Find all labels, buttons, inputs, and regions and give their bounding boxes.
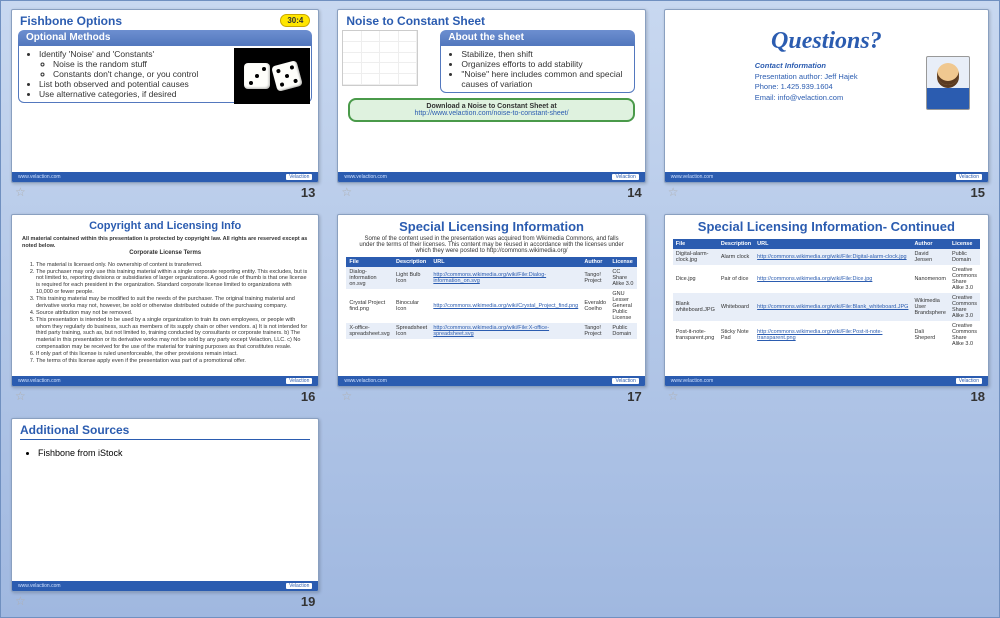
slide-number: 14: [627, 185, 641, 200]
list-item: Identify 'Noise' and 'Constants': [39, 49, 227, 59]
slide-title: Noise to Constant Sheet: [338, 10, 644, 30]
license-lead: All material contained within this prese…: [22, 236, 308, 250]
slide-footer: www.velaction.com Velaction: [338, 172, 644, 182]
slide-cell-18: Special Licensing Information- Continued…: [664, 214, 989, 405]
star-icon[interactable]: ☆: [15, 594, 26, 609]
slide-footer: www.velaction.com Velaction: [665, 376, 988, 386]
slide-thumbnail-16[interactable]: Copyright and Licensing Info All materia…: [11, 214, 319, 388]
slide-footer: www.velaction.com Velaction: [338, 376, 644, 386]
list-item: Organizes efforts to add stability: [461, 59, 627, 69]
download-text: Download a Noise to Constant Sheet at: [354, 103, 628, 110]
table-row: Dice.jpgPair of dicehttp://commons.wikim…: [673, 265, 980, 293]
slide-cell-19: Additional Sources Fishbone from iStock …: [11, 418, 319, 609]
terms-item: If only part of this license is ruled un…: [36, 351, 308, 358]
sources-list: Fishbone from iStock: [12, 442, 318, 464]
content-panel: Stabilize, then shift Organizes efforts …: [440, 45, 634, 93]
footer-brand: Velaction: [286, 174, 312, 180]
slide-number: 19: [301, 594, 315, 609]
list-item: Constants don't change, or you control: [53, 69, 227, 79]
slide-thumbnail-17[interactable]: Special Licensing Information Some of th…: [337, 214, 645, 388]
license-text: Copyright and Licensing Info All materia…: [12, 215, 318, 377]
slide-title: Special Licensing Information- Continued: [665, 215, 988, 236]
slide-footer: www.velaction.com Velaction: [12, 581, 318, 591]
star-icon[interactable]: ☆: [15, 389, 26, 404]
slide-thumbnail-18[interactable]: Special Licensing Information- Continued…: [664, 214, 989, 388]
dice-image: [234, 48, 310, 104]
panel-header: Optional Methods: [18, 30, 312, 45]
presenter-photo: [926, 56, 970, 110]
slide-cell-14: Noise to Constant Sheet About the sheet: [337, 9, 645, 200]
terms-item: The material is licensed only. No owners…: [36, 262, 308, 269]
star-icon[interactable]: ☆: [668, 389, 679, 404]
slide-footer: www.velaction.com Velaction: [12, 172, 318, 182]
list-item: Noise is the random stuff: [53, 59, 227, 69]
empty-cell: [664, 418, 989, 609]
table-row: Digital-alarm-clock.jpgAlarm clockhttp:/…: [673, 249, 980, 265]
star-icon[interactable]: ☆: [15, 185, 26, 200]
license-table: File Description URL Author License Dial…: [346, 257, 636, 339]
slide-thumbnail-19[interactable]: Additional Sources Fishbone from iStock …: [11, 418, 319, 592]
table-row: Dialog-information on.svgLight Bulb Icon…: [346, 267, 636, 289]
slide-cell-15: Questions? Contact Information Presentat…: [664, 9, 989, 200]
slide-number: 17: [627, 389, 641, 404]
list-item: Use alternative categories, if desired: [39, 89, 227, 99]
list-item: "Noise" here includes common and special…: [461, 69, 627, 89]
slide-number: 18: [971, 389, 985, 404]
terms-item: This training material may be modified t…: [36, 296, 308, 310]
star-icon[interactable]: ☆: [341, 185, 352, 200]
slide-thumbnail-15[interactable]: Questions? Contact Information Presentat…: [664, 9, 989, 183]
slide-title: Special Licensing Information: [338, 215, 644, 236]
table-row: Crystal Project find.pngBinocular Iconht…: [346, 289, 636, 323]
slide-title: Additional Sources: [20, 423, 310, 440]
download-url: http://www.velaction.com/noise-to-consta…: [354, 110, 628, 117]
table-row: Post-it-note-transparent.pngSticky Note …: [673, 321, 980, 349]
slide-number: 13: [301, 185, 315, 200]
slide-footer: www.velaction.com Velaction: [12, 376, 318, 386]
slide-cell-13: 30:4 Fishbone Options Optional Methods I…: [11, 9, 319, 200]
slide-cell-16: Copyright and Licensing Info All materia…: [11, 214, 319, 405]
star-icon[interactable]: ☆: [341, 389, 352, 404]
terms-item: Source attribution may not be removed.: [36, 310, 308, 317]
slide-footer: www.velaction.com Velaction: [665, 172, 988, 182]
slide-cell-17: Special Licensing Information Some of th…: [337, 214, 645, 405]
list-item: Stabilize, then shift: [461, 49, 627, 59]
terms-item: This presentation is intended to be used…: [36, 317, 308, 351]
table-row: X-office-spreadsheet.svgSpreadsheet Icon…: [346, 323, 636, 339]
slide-title: Copyright and Licensing Info: [22, 217, 308, 237]
panel-header: About the sheet: [440, 30, 634, 45]
terms-item: The terms of this license apply even if …: [36, 358, 308, 365]
terms-header: Corporate License Terms: [22, 250, 308, 262]
slide-number: 16: [301, 389, 315, 404]
questions-title: Questions?: [665, 10, 988, 61]
download-box: Download a Noise to Constant Sheet at ht…: [348, 98, 634, 122]
slide-title: Fishbone Options: [12, 10, 318, 30]
star-icon[interactable]: ☆: [668, 185, 679, 200]
slide-thumbnail-13[interactable]: 30:4 Fishbone Options Optional Methods I…: [11, 9, 319, 183]
slide-sorter-grid: 30:4 Fishbone Options Optional Methods I…: [1, 1, 999, 617]
slide-number: 15: [971, 185, 985, 200]
table-row: Blank whiteboard.JPGWhiteboardhttp://com…: [673, 293, 980, 321]
license-table: FileDescriptionURLAuthorLicense Digital-…: [673, 239, 980, 349]
list-item: Fishbone from iStock: [38, 448, 308, 458]
terms-item: The purchaser may only use this training…: [36, 269, 308, 297]
footer-site: www.velaction.com: [18, 174, 61, 180]
empty-cell: [337, 418, 645, 609]
time-badge: 30:4: [280, 14, 310, 27]
worksheet-thumbnail: [342, 30, 418, 86]
slide-thumbnail-14[interactable]: Noise to Constant Sheet About the sheet: [337, 9, 645, 183]
license-intro: Some of the content used in the presenta…: [338, 236, 644, 254]
list-item: List both observed and potential causes: [39, 79, 227, 89]
